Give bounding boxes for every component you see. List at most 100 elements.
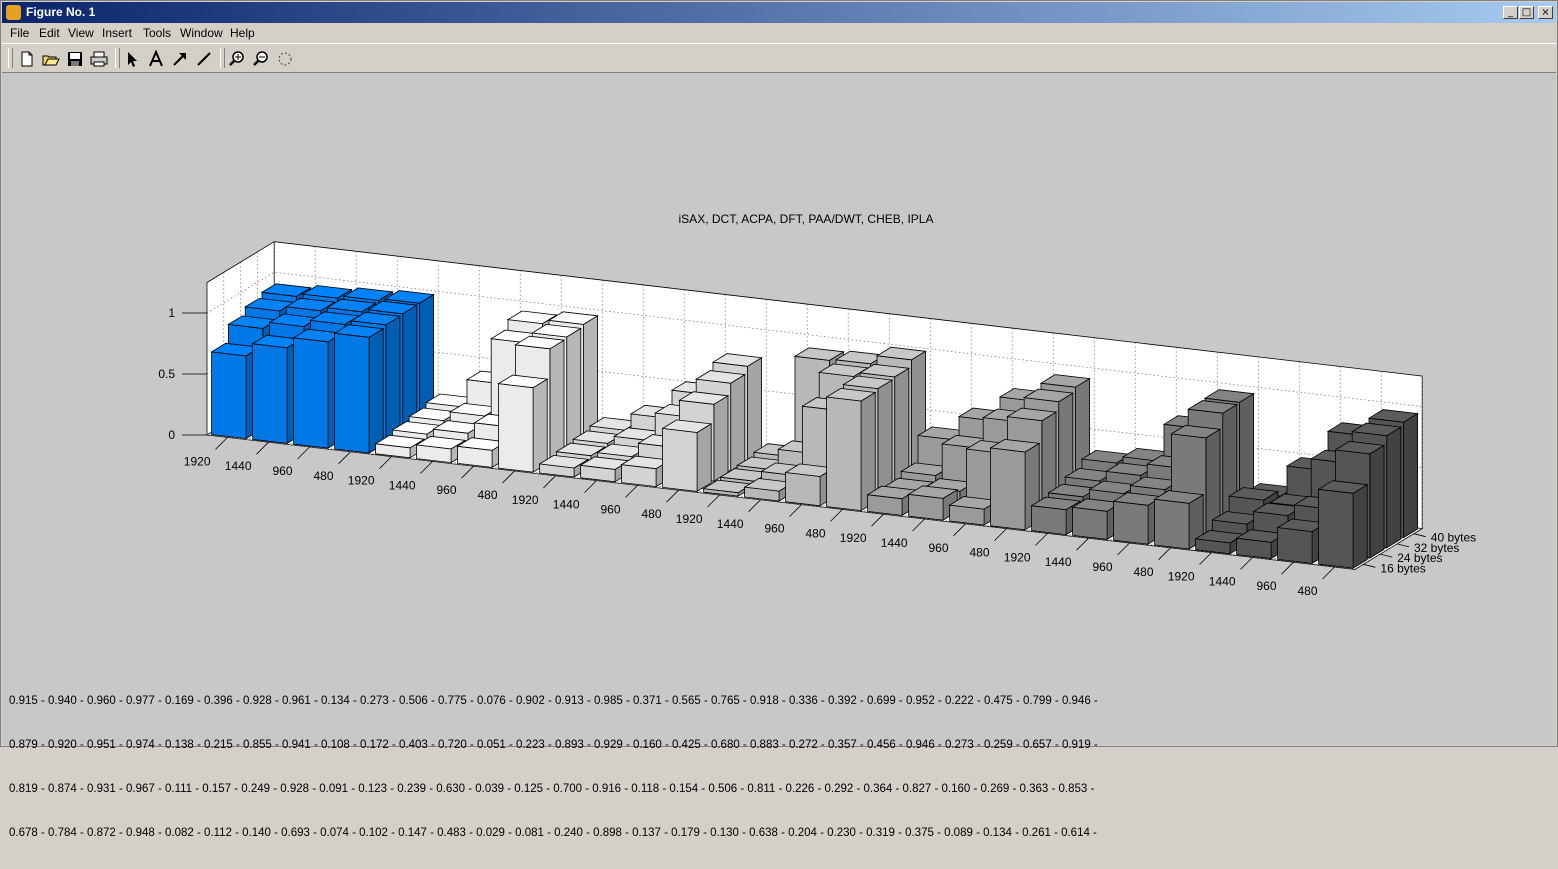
minimize-button[interactable]: _ (1503, 6, 1518, 19)
bar-side (566, 327, 582, 453)
x-tick (461, 465, 474, 479)
x-tick-label: 1920 (512, 493, 539, 507)
toolbar (2, 43, 1556, 73)
x-tick-label: 960 (600, 502, 620, 516)
bar-front (1031, 505, 1067, 536)
x-tick (1158, 547, 1171, 561)
insert-arrow-icon[interactable] (170, 49, 190, 69)
x-tick-label: 960 (1092, 560, 1112, 574)
y-tick (1396, 543, 1410, 548)
x-tick (338, 451, 351, 465)
x-tick (1076, 537, 1089, 551)
bar-side (696, 423, 712, 493)
bar-front (252, 343, 288, 444)
x-tick-label: 1920 (676, 512, 703, 526)
x-tick-label: 1440 (389, 478, 416, 492)
values-line-2: 0.879 - 0.920 - 0.951 - 0.974 - 0.138 - … (9, 738, 1098, 751)
x-tick-label: 960 (1256, 579, 1276, 593)
save-icon[interactable] (65, 49, 85, 69)
bar (825, 387, 877, 512)
x-tick (379, 456, 392, 469)
x-tick-label: 1920 (1168, 570, 1195, 584)
bar-front (334, 332, 370, 454)
x-tick (584, 480, 597, 493)
open-folder-icon[interactable] (41, 49, 61, 69)
x-tick-label: 960 (272, 464, 292, 478)
x-tick-label: 1440 (881, 536, 908, 550)
x-tick-label: 960 (764, 522, 784, 536)
zoom-out-icon[interactable] (251, 49, 271, 69)
x-tick (1281, 561, 1294, 575)
rotate-3d-icon[interactable] (275, 49, 295, 69)
x-tick-label: 1440 (1045, 555, 1072, 569)
x-tick (789, 504, 802, 517)
new-file-icon[interactable] (17, 49, 37, 69)
x-tick (256, 441, 269, 455)
close-button[interactable]: × (1538, 6, 1553, 19)
select-arrow-icon[interactable] (122, 49, 142, 69)
insert-line-icon[interactable] (194, 49, 214, 69)
menu-help[interactable]: Help (230, 26, 255, 40)
menu-view[interactable]: View (68, 26, 94, 40)
toolbar-separator (220, 48, 225, 68)
x-tick (502, 470, 515, 484)
bar-front (1113, 500, 1149, 545)
x-tick-label: 1440 (553, 498, 580, 512)
x-tick-label: 1920 (1004, 550, 1031, 564)
values-line-1: 0.915 - 0.940 - 0.960 - 0.977 - 0.169 - … (9, 695, 1098, 708)
menu-file[interactable]: File (10, 26, 29, 40)
bar3d-chart: iSAX, DCT, ACPA, DFT, PAA/DWT, CHEB, IPL… (158, 212, 1476, 598)
chart-title: iSAX, DCT, ACPA, DFT, PAA/DWT, CHEB, IPL… (679, 212, 934, 226)
bar-side (385, 315, 401, 444)
bar-front (498, 383, 534, 473)
bar-side (713, 395, 729, 482)
x-tick-label: 480 (313, 469, 333, 483)
x-tick-label: 480 (1133, 565, 1153, 579)
zoom-in-icon[interactable] (227, 49, 247, 69)
bar-side (747, 356, 762, 462)
bar-side (730, 373, 746, 472)
values-line-4: 0.678 - 0.784 - 0.872 - 0.948 - 0.082 - … (9, 826, 1097, 839)
x-tick (1322, 566, 1335, 580)
bar-front (211, 351, 247, 440)
bar-front (1072, 506, 1108, 540)
x-tick (953, 523, 966, 537)
menu-insert[interactable]: Insert (102, 26, 132, 40)
insert-text-icon[interactable] (146, 49, 166, 69)
x-tick-label: 960 (436, 483, 456, 497)
y-tick-label: 40 bytes (1431, 531, 1476, 545)
z-tick-label: 0.5 (158, 367, 175, 381)
toolbar-separator (115, 48, 120, 68)
print-icon[interactable] (89, 49, 109, 69)
menu-bar: File Edit View Insert Tools Window Help (2, 23, 1556, 43)
window-title: Figure No. 1 (26, 5, 96, 19)
menu-edit[interactable]: Edit (39, 26, 60, 40)
x-tick-label: 480 (1297, 584, 1317, 598)
x-tick (994, 528, 1007, 541)
x-tick-label: 1920 (348, 474, 375, 488)
bar (661, 419, 713, 493)
bar-front (1154, 498, 1190, 550)
figure-window: Figure No. 1 _ □ × File Edit View Insert… (0, 0, 1558, 839)
bar (1317, 480, 1369, 569)
z-tick-label: 0 (168, 428, 175, 442)
bar-side (532, 378, 548, 473)
bar-front (1318, 488, 1354, 569)
x-tick (1240, 557, 1253, 570)
x-tick (1035, 533, 1048, 546)
menu-tools[interactable]: Tools (143, 26, 171, 40)
values-text-block: 0.915 - 0.940 - 0.960 - 0.977 - 0.169 - … (9, 665, 1098, 869)
title-bar[interactable]: Figure No. 1 _ □ × (2, 2, 1556, 23)
bar-front (785, 472, 821, 507)
menu-window[interactable]: Window (180, 26, 223, 40)
x-tick-label: 480 (969, 546, 989, 560)
x-tick (707, 494, 720, 508)
bar-front (662, 427, 698, 492)
x-tick-label: 1440 (225, 459, 252, 473)
x-tick (1117, 542, 1130, 556)
x-tick-label: 1440 (717, 517, 744, 531)
bar-front (293, 337, 329, 449)
toolbar-grip[interactable] (8, 48, 13, 68)
x-tick (543, 475, 556, 489)
maximize-button[interactable]: □ (1519, 6, 1534, 19)
